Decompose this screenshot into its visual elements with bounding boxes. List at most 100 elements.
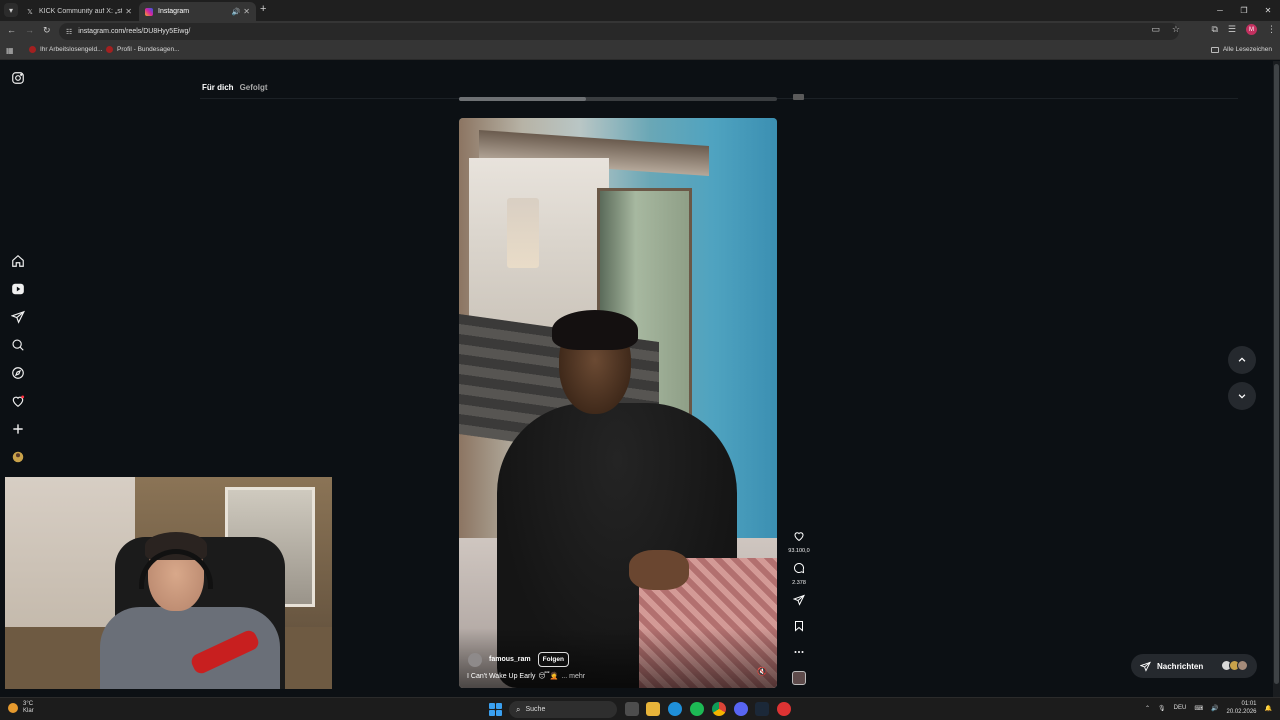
tab-title: Instagram: [158, 8, 190, 15]
apps-grid-icon[interactable]: ▦: [6, 46, 14, 55]
tab-for-you[interactable]: Für dich: [202, 83, 234, 92]
search-icon[interactable]: [10, 337, 26, 353]
streamer-webcam-overlay: [5, 477, 332, 689]
chrome-icon[interactable]: [712, 702, 726, 716]
previous-reel-audio-thumbnail[interactable]: [793, 94, 804, 100]
messages-button[interactable]: Nachrichten: [1131, 654, 1257, 678]
toolbar-right: ⧉ ☰ M ⋮: [1211, 24, 1276, 35]
author-username[interactable]: famous_ram: [489, 656, 531, 663]
close-tab-icon[interactable]: ✕: [125, 7, 132, 16]
profile-avatar[interactable]: M: [1246, 24, 1257, 35]
network-icon[interactable]: ⌨: [1194, 705, 1203, 712]
reel-progress-bar[interactable]: [459, 97, 777, 101]
time: 01:01: [1241, 701, 1257, 707]
comment-count: 2.378: [792, 580, 806, 586]
previous-reel-button[interactable]: [1228, 346, 1256, 374]
save-action[interactable]: [783, 619, 815, 637]
task-view-icon[interactable]: [625, 702, 639, 716]
tab-kick-community[interactable]: 𝕏 KICK Community auf X: „stream ✕: [20, 2, 138, 21]
site-info-icon[interactable]: ☷: [66, 28, 72, 36]
more-link[interactable]: ... mehr: [561, 673, 585, 680]
bookmark-star-icon[interactable]: ☆: [1172, 24, 1180, 35]
original-audio-thumbnail[interactable]: [792, 671, 806, 685]
cast-icon[interactable]: ▭: [1151, 24, 1160, 35]
like-count: 93.100,0: [788, 548, 810, 554]
close-window-icon[interactable]: ✕: [1256, 0, 1280, 21]
browser-toolbar: ← → ↻ ☷ instagram.com/reels/DU8Hyy5Eiwg/…: [0, 21, 1280, 42]
home-icon[interactable]: [10, 253, 26, 269]
browser-tab-strip: ▾ 𝕏 KICK Community auf X: „stream ✕ Inst…: [0, 0, 1280, 21]
more-options-action[interactable]: [783, 645, 815, 663]
spotify-icon[interactable]: [690, 702, 704, 716]
chevron-up-icon: [1238, 357, 1246, 362]
browser-menu-icon[interactable]: ⋮: [1267, 24, 1276, 35]
file-explorer-icon[interactable]: [646, 702, 660, 716]
volume-icon[interactable]: 🔊: [1211, 705, 1218, 712]
tab-following[interactable]: Gefolgt: [240, 83, 268, 92]
reel-video[interactable]: famous_ram Folgen I Can't Wake Up Early …: [459, 118, 777, 688]
extensions-icon[interactable]: ⧉: [1211, 24, 1217, 35]
maximize-icon[interactable]: ❐: [1232, 0, 1256, 21]
steam-icon[interactable]: [755, 702, 769, 716]
new-tab-button[interactable]: +: [260, 3, 266, 15]
url-text: instagram.com/reels/DU8Hyy5Eiwg/: [78, 28, 191, 35]
minimize-icon[interactable]: ─: [1208, 0, 1232, 21]
tab-search-button[interactable]: ▾: [4, 3, 18, 17]
caption-emojis: 😴🤦: [538, 673, 559, 680]
tab-audio-icon[interactable]: 🔊: [232, 8, 241, 16]
tab-title: KICK Community auf X: „stream: [39, 8, 123, 15]
profile-avatar-icon[interactable]: [10, 449, 26, 465]
explore-compass-icon[interactable]: [10, 365, 26, 381]
reload-icon[interactable]: ↻: [43, 25, 51, 36]
direct-message-icon[interactable]: [10, 309, 26, 325]
chevron-up-icon[interactable]: ⌃: [1145, 705, 1150, 712]
create-plus-icon[interactable]: [10, 421, 26, 437]
system-tray: ⌃ 🎙 DEU ⌨ 🔊 01:01 20.02.2026 🔔: [1145, 700, 1272, 716]
back-icon[interactable]: ←: [7, 25, 16, 35]
microphone-icon[interactable]: 🎙: [1158, 705, 1166, 712]
next-reel-button[interactable]: [1228, 382, 1256, 410]
taskbar-search[interactable]: ⌕ Suche: [509, 701, 617, 718]
bookmarks-bar: ▦ Ihr Arbeitslosengeld... Profil - Bunde…: [0, 42, 1280, 60]
weather-widget[interactable]: 3°C Klar: [8, 701, 34, 715]
reels-icon[interactable]: [10, 281, 26, 297]
all-bookmarks-button[interactable]: Alle Lesezeichen: [1210, 46, 1272, 53]
bookmark-favicon-icon: [106, 46, 113, 53]
edge-icon[interactable]: [668, 702, 682, 716]
page-scrollbar-thumb[interactable]: [1274, 64, 1279, 684]
all-bookmarks-label: Alle Lesezeichen: [1222, 46, 1272, 53]
author-avatar[interactable]: [468, 652, 482, 667]
messenger-icon: [1140, 661, 1151, 672]
windows-start-icon[interactable]: [489, 703, 502, 716]
share-icon: [792, 594, 805, 606]
bookmark-profil[interactable]: Profil - Bundesagen...: [106, 46, 180, 53]
address-bar[interactable]: ☷ instagram.com/reels/DU8Hyy5Eiwg/: [59, 23, 1179, 40]
comment-icon: [794, 563, 805, 574]
bookmark-arbeitslosengeld[interactable]: Ihr Arbeitslosengeld...: [29, 46, 103, 53]
language-indicator[interactable]: DEU: [1174, 705, 1187, 711]
bookmark-icon: [795, 621, 803, 632]
x-logo-icon: 𝕏: [27, 8, 33, 16]
mute-icon[interactable]: 🔇: [757, 667, 767, 676]
bookmark-favicon-icon: [29, 46, 36, 53]
comment-action[interactable]: 2.378: [783, 561, 815, 586]
folder-icon: [1210, 46, 1219, 53]
app-icon[interactable]: [777, 702, 791, 716]
notifications-heart-icon[interactable]: [10, 393, 26, 409]
close-tab-icon[interactable]: ✕: [243, 7, 250, 16]
instagram-icon[interactable]: [10, 70, 26, 86]
share-action[interactable]: [783, 593, 815, 611]
reel-author: famous_ram Folgen: [468, 652, 569, 667]
caption-text: I Can't Wake Up Early: [467, 672, 536, 680]
search-icon: ⌕: [516, 704, 521, 714]
discord-icon[interactable]: [734, 702, 748, 716]
like-action[interactable]: 93.100,0: [783, 529, 815, 554]
avatar: [1237, 660, 1248, 671]
tab-instagram[interactable]: Instagram 🔊 ✕: [139, 2, 256, 21]
forward-icon[interactable]: →: [25, 25, 34, 35]
notifications-bell-icon[interactable]: 🔔: [1265, 705, 1272, 712]
tab-groups-icon[interactable]: ☰: [1228, 24, 1236, 35]
chevron-down-icon: [1238, 394, 1246, 399]
clock[interactable]: 01:01 20.02.2026: [1226, 700, 1256, 716]
follow-button[interactable]: Folgen: [537, 652, 569, 667]
